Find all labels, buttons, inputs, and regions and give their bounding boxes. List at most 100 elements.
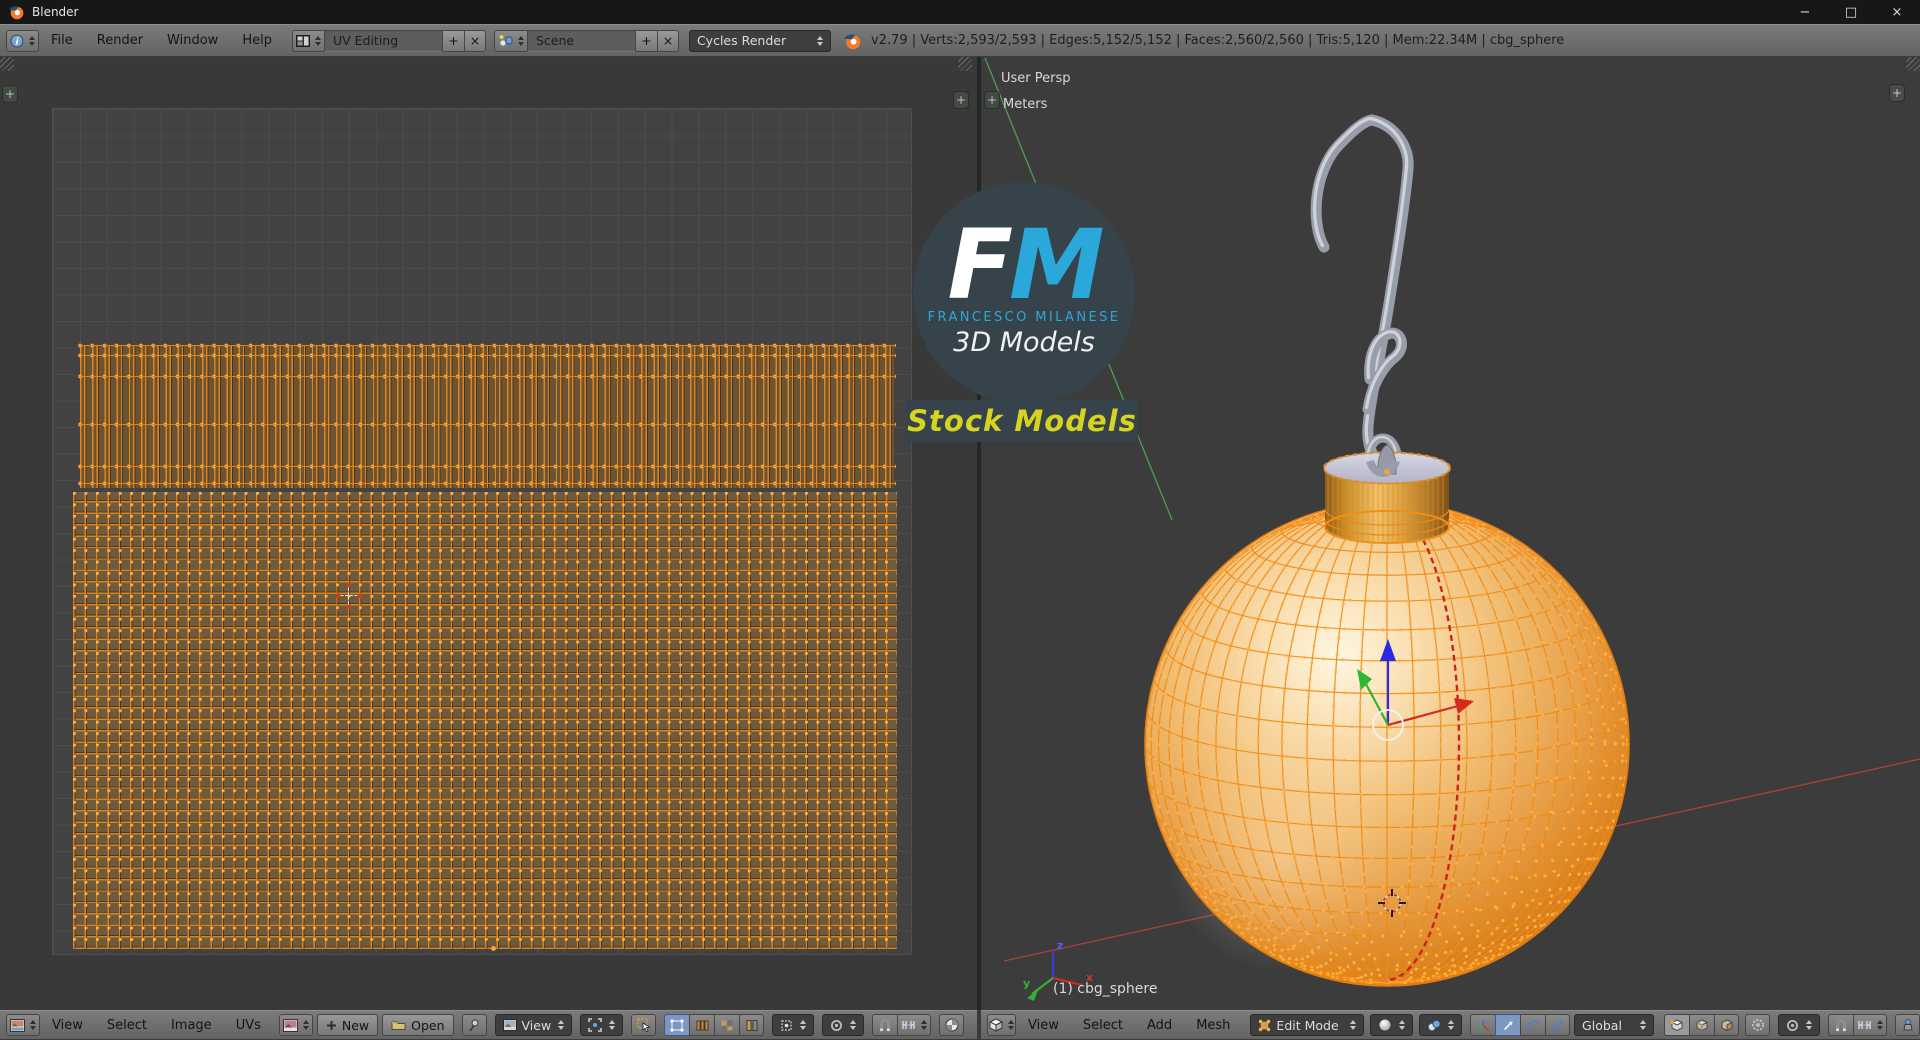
minimize-button[interactable]: − bbox=[1782, 0, 1828, 24]
cap-vertex-dot bbox=[1384, 469, 1390, 475]
menu-help[interactable]: Help bbox=[230, 33, 284, 48]
object-mode-select[interactable]: Edit Mode bbox=[1250, 1014, 1365, 1036]
info-header: i File Render Window Help UV Editing + ×… bbox=[0, 24, 1920, 57]
menu-render[interactable]: Render bbox=[85, 33, 155, 48]
close-button[interactable]: × bbox=[1874, 0, 1920, 24]
uv-sync-selection-toggle[interactable] bbox=[631, 1014, 657, 1036]
menu-window[interactable]: Window bbox=[155, 33, 230, 48]
uv-edge-row bbox=[78, 343, 896, 348]
editor-type-button-3dview[interactable] bbox=[987, 1014, 1017, 1036]
render-camera-icon bbox=[1901, 1019, 1915, 1031]
mesh-select-mode-vertex-button[interactable] bbox=[1664, 1014, 1689, 1036]
scene-browse-button[interactable] bbox=[493, 29, 527, 52]
face-mode-icon bbox=[720, 1019, 734, 1032]
screen-layout-name-field[interactable]: UV Editing bbox=[323, 29, 442, 52]
sticky-selection-icon bbox=[780, 1019, 793, 1032]
watermark-initials: FM bbox=[947, 208, 1104, 321]
editor-type-button-image[interactable] bbox=[6, 1014, 40, 1036]
mini-axis-z-label: z bbox=[1057, 939, 1063, 952]
uv-island-strip[interactable] bbox=[78, 343, 896, 488]
uv-menu-select[interactable]: Select bbox=[95, 1018, 159, 1033]
corner-resize-grip[interactable] bbox=[0, 57, 14, 71]
watermark-banner: Stock Models bbox=[906, 400, 1138, 442]
v3d-menu-view[interactable]: View bbox=[1016, 1018, 1071, 1033]
region-expand-button[interactable]: + bbox=[1889, 84, 1905, 102]
uv-menu-view[interactable]: View bbox=[40, 1018, 95, 1033]
region-expand-button[interactable]: + bbox=[2, 85, 18, 103]
v3d-menu-add[interactable]: Add bbox=[1135, 1018, 1184, 1033]
scale-manipulator-button[interactable] bbox=[1545, 1014, 1571, 1036]
uv-selected-vertex[interactable] bbox=[491, 946, 496, 951]
open-image-button[interactable]: Open bbox=[382, 1014, 454, 1036]
uv-edge-row bbox=[78, 374, 896, 379]
sticky-selection-select[interactable] bbox=[772, 1014, 815, 1036]
chevron-updown-icon bbox=[314, 33, 321, 49]
cursor-tip bbox=[346, 583, 351, 587]
uv-island-grid[interactable] bbox=[73, 492, 897, 949]
hook-wire[interactable] bbox=[1310, 114, 1414, 469]
opengl-render-button[interactable] bbox=[1895, 1014, 1920, 1036]
plus-icon bbox=[326, 1020, 337, 1031]
uv-select-mode-face-button[interactable] bbox=[714, 1014, 740, 1036]
snap-element-select-3d[interactable] bbox=[1853, 1014, 1887, 1036]
chevron-updown-icon bbox=[1008, 1017, 1015, 1033]
pin-image-button[interactable] bbox=[461, 1014, 487, 1036]
cursor-tip bbox=[336, 593, 340, 598]
uv-select-mode-edge-button[interactable] bbox=[689, 1014, 715, 1036]
transform-orientation-select[interactable]: Global bbox=[1574, 1014, 1654, 1036]
chevron-updown-icon bbox=[302, 1017, 309, 1033]
manipulator-toggle-button[interactable] bbox=[1470, 1014, 1496, 1036]
add-scene-button[interactable]: + bbox=[634, 29, 657, 52]
edge-mode-icon bbox=[695, 1019, 709, 1032]
mesh-select-mode-edge-button[interactable] bbox=[1689, 1014, 1714, 1036]
rotate-manipulator-button[interactable] bbox=[1520, 1014, 1546, 1036]
viewport-shading-select[interactable] bbox=[1370, 1014, 1414, 1036]
snap-element-select[interactable] bbox=[897, 1014, 932, 1036]
pivot-icon bbox=[588, 1018, 603, 1032]
image-mode-select[interactable]: View bbox=[494, 1014, 573, 1036]
pivot-point-icon bbox=[1427, 1019, 1441, 1032]
pin-icon bbox=[468, 1019, 480, 1032]
info-editor-icon: i bbox=[10, 34, 24, 48]
mesh-select-mode-face-button[interactable] bbox=[1714, 1014, 1739, 1036]
chevron-updown-icon bbox=[1448, 1017, 1455, 1033]
image-browse-button[interactable] bbox=[278, 1014, 313, 1036]
uv-select-mode-island-button[interactable] bbox=[739, 1014, 765, 1036]
uv-image-editor[interactable]: + + bbox=[0, 57, 977, 1010]
window-titlebar: Blender − □ × bbox=[0, 0, 1920, 24]
proportional-edit-select[interactable] bbox=[822, 1014, 865, 1036]
corner-resize-grip[interactable] bbox=[958, 57, 972, 71]
new-image-button[interactable]: New bbox=[316, 1014, 379, 1036]
delete-scene-button[interactable]: × bbox=[656, 29, 679, 52]
snap-toggle-button-3d[interactable] bbox=[1828, 1014, 1853, 1036]
uv-pivot-select[interactable] bbox=[580, 1014, 624, 1036]
screen-layout-icon bbox=[295, 34, 310, 47]
region-expand-button[interactable]: + bbox=[984, 91, 1000, 109]
region-expand-button[interactable]: + bbox=[953, 91, 969, 109]
proportional-edit-select-3d[interactable] bbox=[1778, 1014, 1820, 1036]
add-layout-button[interactable]: + bbox=[441, 29, 464, 52]
v3d-menu-mesh[interactable]: Mesh bbox=[1184, 1018, 1242, 1033]
v3d-menu-select[interactable]: Select bbox=[1071, 1018, 1135, 1033]
scene-name-field[interactable]: Scene bbox=[526, 29, 635, 52]
render-engine-select[interactable]: Cycles Render bbox=[688, 29, 831, 52]
vertex-cube-icon bbox=[1670, 1018, 1684, 1032]
pivot-point-select[interactable] bbox=[1419, 1014, 1463, 1036]
uv-select-mode-vertex-button[interactable] bbox=[664, 1014, 690, 1036]
snap-toggle-button[interactable] bbox=[872, 1014, 898, 1036]
watermark-name: FRANCESCO MILANESE bbox=[927, 310, 1121, 326]
uv-menu-image[interactable]: Image bbox=[159, 1018, 224, 1033]
screen-layout-browse-button[interactable] bbox=[291, 29, 324, 52]
menu-file[interactable]: File bbox=[39, 33, 85, 48]
corner-resize-grip[interactable] bbox=[1906, 57, 1920, 71]
view3d-header: View Select Add Mesh Edit Mode Global bbox=[981, 1010, 1920, 1040]
limit-selection-visible-toggle[interactable] bbox=[1745, 1014, 1770, 1036]
delete-layout-button[interactable]: × bbox=[463, 29, 486, 52]
editor-type-button-info[interactable]: i bbox=[6, 29, 39, 52]
uv-menu-uvs[interactable]: UVs bbox=[224, 1018, 273, 1033]
display-channels-select[interactable] bbox=[939, 1014, 965, 1036]
uv-2d-cursor[interactable] bbox=[336, 583, 362, 609]
maximize-button[interactable]: □ bbox=[1828, 0, 1874, 24]
viewport-3d[interactable]: zyx User Persp Meters (1) cbg_sphere + + bbox=[981, 57, 1920, 1010]
translate-manipulator-button[interactable] bbox=[1495, 1014, 1521, 1036]
